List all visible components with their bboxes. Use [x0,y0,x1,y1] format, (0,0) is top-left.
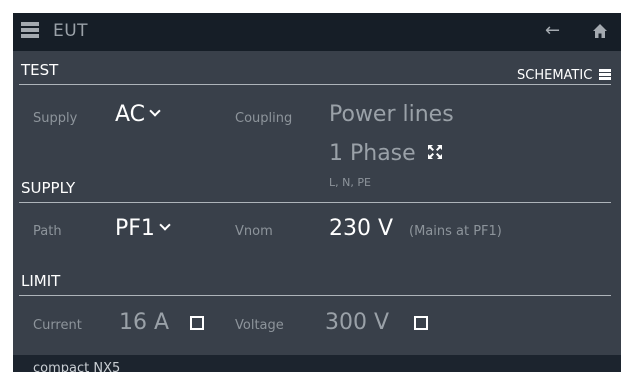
schematic-button[interactable]: SCHEMATIC [517,68,612,83]
list-icon[interactable] [21,22,39,42]
coupling-label: Coupling [235,111,293,126]
supply-value: AC [115,102,146,127]
coupling-value: Power lines [329,102,454,127]
page-title: EUT [53,21,89,41]
vnom-value[interactable]: 230 V [329,216,393,241]
chevron-down-icon [159,219,171,231]
current-label: Current [33,318,82,333]
vnom-note: (Mains at PF1) [409,224,502,239]
back-arrow-icon[interactable]: ← [545,20,560,41]
section-title-test: TEST [21,61,59,79]
path-label: Path [33,224,62,239]
path-select[interactable]: PF1 [115,216,171,241]
lines-value: L, N, PE [329,176,371,189]
device-name: compact NX5 [33,361,121,372]
current-limit-checkbox[interactable] [190,316,204,330]
top-bar: EUT ← [13,13,621,51]
eut-screen: EUT ← TEST SCHEMATIC Supply AC Coupling … [13,13,621,372]
voltage-label: Voltage [235,318,284,333]
chevron-down-icon [149,105,161,117]
expand-icon [427,145,442,159]
divider [19,202,611,203]
phase-value: 1 Phase [329,141,416,166]
divider [19,295,611,296]
list-icon [599,68,612,81]
schematic-label: SCHEMATIC [517,68,593,83]
section-title-supply: SUPPLY [21,179,76,197]
voltage-value: 300 V [325,310,390,335]
section-title-limit: LIMIT [21,272,61,290]
home-icon[interactable] [593,23,607,42]
path-value: PF1 [115,216,155,241]
voltage-limit-checkbox[interactable] [414,316,428,330]
phase-selector[interactable]: 1 Phase [329,141,443,166]
supply-select[interactable]: AC [115,102,161,127]
vnom-label: Vnom [235,224,273,239]
supply-label: Supply [33,111,78,126]
status-footer: compact NX5 [13,355,621,372]
current-value: 16 A [119,310,170,335]
divider [19,84,611,85]
